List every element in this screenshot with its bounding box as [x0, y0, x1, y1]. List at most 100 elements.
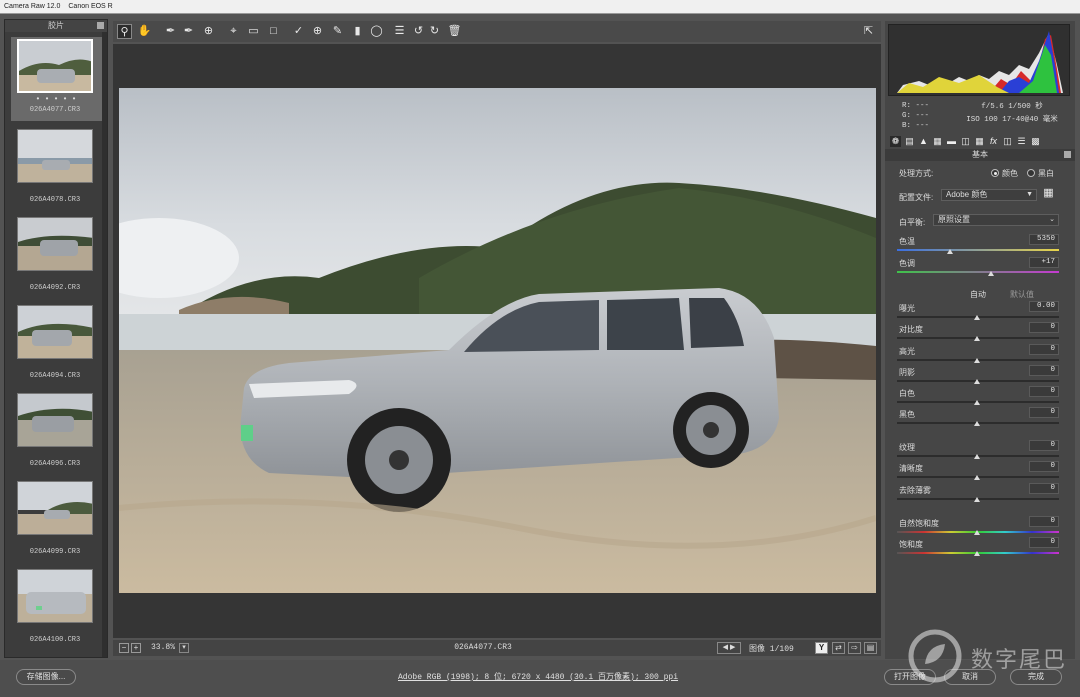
- contrast-label: 对比度: [899, 325, 923, 334]
- wb-dropdown[interactable]: 原照设置 ⌄: [933, 214, 1059, 226]
- presets-tab-icon[interactable]: ☰: [1016, 136, 1027, 147]
- saturation-field[interactable]: 0: [1029, 537, 1059, 548]
- split-toning-tab-icon[interactable]: ▬: [946, 136, 957, 147]
- vibrance-field[interactable]: 0: [1029, 516, 1059, 527]
- clarity-slider-thumb[interactable]: [974, 475, 980, 480]
- bw-radio[interactable]: [1027, 169, 1035, 177]
- highlights-slider-thumb[interactable]: [974, 358, 980, 363]
- tint-label: 色调: [899, 259, 915, 268]
- zoom-dropdown[interactable]: ▾: [179, 643, 189, 653]
- title-bar: Camera Raw 12.0 Canon EOS R: [0, 0, 1080, 14]
- iso-lens-info: ISO 100 17-40@40 毫米: [966, 116, 1058, 124]
- hsl-tab-icon[interactable]: ▦: [932, 136, 943, 147]
- color-radio[interactable]: [991, 169, 999, 177]
- shadows-field[interactable]: 0: [1029, 365, 1059, 376]
- before-after-toggle[interactable]: Y: [815, 642, 828, 654]
- contrast-slider-thumb[interactable]: [974, 336, 980, 341]
- window-title: Camera Raw 12.0: [4, 3, 61, 10]
- white-balance-icon[interactable]: ✒: [163, 24, 178, 39]
- texture-field[interactable]: 0: [1029, 440, 1059, 451]
- temp-slider-track[interactable]: [897, 249, 1059, 251]
- transform-icon[interactable]: □: [266, 24, 281, 39]
- dehaze-slider-thumb[interactable]: [974, 497, 980, 502]
- thumbnail[interactable]: [17, 39, 93, 93]
- detail-tab-icon[interactable]: ▲: [918, 136, 929, 147]
- blacks-field[interactable]: 0: [1029, 407, 1059, 418]
- blacks-slider-thumb[interactable]: [974, 421, 980, 426]
- exposure-info: f/5.6 1/500 秒: [981, 103, 1043, 111]
- zoom-icon[interactable]: ⚲: [117, 24, 132, 39]
- auto-button[interactable]: 自动: [970, 289, 986, 300]
- graduated-filter-icon[interactable]: ▮: [350, 24, 365, 39]
- tint-slider-track[interactable]: [897, 271, 1059, 273]
- red-eye-icon[interactable]: ⊕: [310, 24, 325, 39]
- clarity-field[interactable]: 0: [1029, 461, 1059, 472]
- trash-icon[interactable]: 🗑: [447, 24, 462, 39]
- copy-settings-icon[interactable]: ⇨: [848, 642, 861, 654]
- rotate-left-icon[interactable]: ↺: [411, 24, 426, 39]
- shadows-slider-thumb[interactable]: [974, 379, 980, 384]
- radial-filter-icon[interactable]: ◯: [369, 24, 384, 39]
- saturation-slider-thumb[interactable]: [974, 551, 980, 556]
- fullscreen-icon[interactable]: ⇱: [861, 24, 876, 39]
- tint-field[interactable]: +17: [1029, 257, 1059, 268]
- image-canvas[interactable]: [113, 44, 881, 638]
- adjustment-panel: R: --- G: --- B: --- f/5.6 1/500 秒 ISO 1…: [885, 21, 1075, 659]
- whites-field[interactable]: 0: [1029, 386, 1059, 397]
- tint-slider-thumb[interactable]: [988, 271, 994, 276]
- saturation-label: 饱和度: [899, 540, 923, 549]
- zoom-in-button[interactable]: +: [131, 643, 141, 653]
- swap-icon[interactable]: ⇄: [832, 642, 845, 654]
- whites-slider-thumb[interactable]: [974, 400, 980, 405]
- adjustment-brush-icon[interactable]: ✎: [330, 24, 345, 39]
- zoom-out-button[interactable]: −: [119, 643, 129, 653]
- preferences-icon[interactable]: ☰: [392, 24, 407, 39]
- watermark: 数字尾巴: [905, 628, 1075, 684]
- section-menu-icon[interactable]: [1064, 151, 1071, 158]
- rotate-right-icon[interactable]: ↻: [427, 24, 442, 39]
- exposure-slider-thumb[interactable]: [974, 315, 980, 320]
- thumbnail-label: 026A4099.CR3: [29, 548, 81, 556]
- texture-slider-thumb[interactable]: [974, 454, 980, 459]
- profile-browser-icon[interactable]: ▦: [1043, 188, 1054, 199]
- exposure-field[interactable]: 0.00: [1029, 301, 1059, 312]
- image-counter: 图像 1/109: [749, 645, 794, 654]
- transform-tab-icon[interactable]: ▦: [974, 136, 985, 147]
- save-image-button[interactable]: 存储图像...: [16, 669, 76, 685]
- temp-slider-thumb[interactable]: [947, 249, 953, 254]
- temp-field[interactable]: 5350: [1029, 234, 1059, 245]
- rating-dots[interactable]: • • • • •: [5, 94, 107, 103]
- vibrance-slider-thumb[interactable]: [974, 530, 980, 535]
- thumbnail[interactable]: [17, 129, 93, 183]
- thumbnail[interactable]: [17, 217, 93, 271]
- snapshots-tab-icon[interactable]: ▩: [1030, 136, 1041, 147]
- contrast-field[interactable]: 0: [1029, 322, 1059, 333]
- crop-icon[interactable]: ⌖: [226, 24, 241, 39]
- default-button[interactable]: 默认值: [1010, 289, 1034, 300]
- profile-dropdown[interactable]: Adobe 颜色 ▼: [941, 189, 1037, 201]
- thumbnail[interactable]: [17, 569, 93, 623]
- thumbnail[interactable]: [17, 481, 93, 535]
- dehaze-field[interactable]: 0: [1029, 483, 1059, 494]
- highlights-field[interactable]: 0: [1029, 344, 1059, 355]
- thumbnail[interactable]: [17, 305, 93, 359]
- filmstrip-scrollbar[interactable]: [102, 32, 107, 657]
- tone-curve-tab-icon[interactable]: ▤: [904, 136, 915, 147]
- effects-tab-icon[interactable]: fx: [988, 136, 999, 147]
- blacks-label: 黑色: [899, 410, 915, 419]
- hand-icon[interactable]: ✋: [137, 24, 152, 39]
- thumbnail[interactable]: [17, 393, 93, 447]
- thumbnail-label: 026A4078.CR3: [29, 196, 81, 204]
- targeted-adjust-icon[interactable]: ⊕: [201, 24, 216, 39]
- basic-tab-icon[interactable]: ❁: [890, 136, 901, 147]
- lens-tab-icon[interactable]: ◫: [960, 136, 971, 147]
- workflow-options-link[interactable]: Adobe RGB (1998); 8 位; 6720 x 4480 (30.1…: [398, 671, 678, 682]
- toggle-default-icon[interactable]: ▤: [864, 642, 877, 654]
- filmstrip-menu-icon[interactable]: [97, 22, 104, 29]
- straighten-icon[interactable]: ▭: [246, 24, 261, 39]
- color-sampler-icon[interactable]: ✒: [181, 24, 196, 39]
- image-nav-buttons[interactable]: ◀ ▶: [717, 642, 741, 654]
- tools-toolbar: ⚲ ✋ ✒ ✒ ⊕ ⌖ ▭ □ ✓ ⊕ ✎ ▮ ◯ ☰ ↺ ↻ 🗑 ⇱: [113, 21, 881, 42]
- spot-removal-icon[interactable]: ✓: [291, 24, 306, 39]
- calibration-tab-icon[interactable]: ◫: [1002, 136, 1013, 147]
